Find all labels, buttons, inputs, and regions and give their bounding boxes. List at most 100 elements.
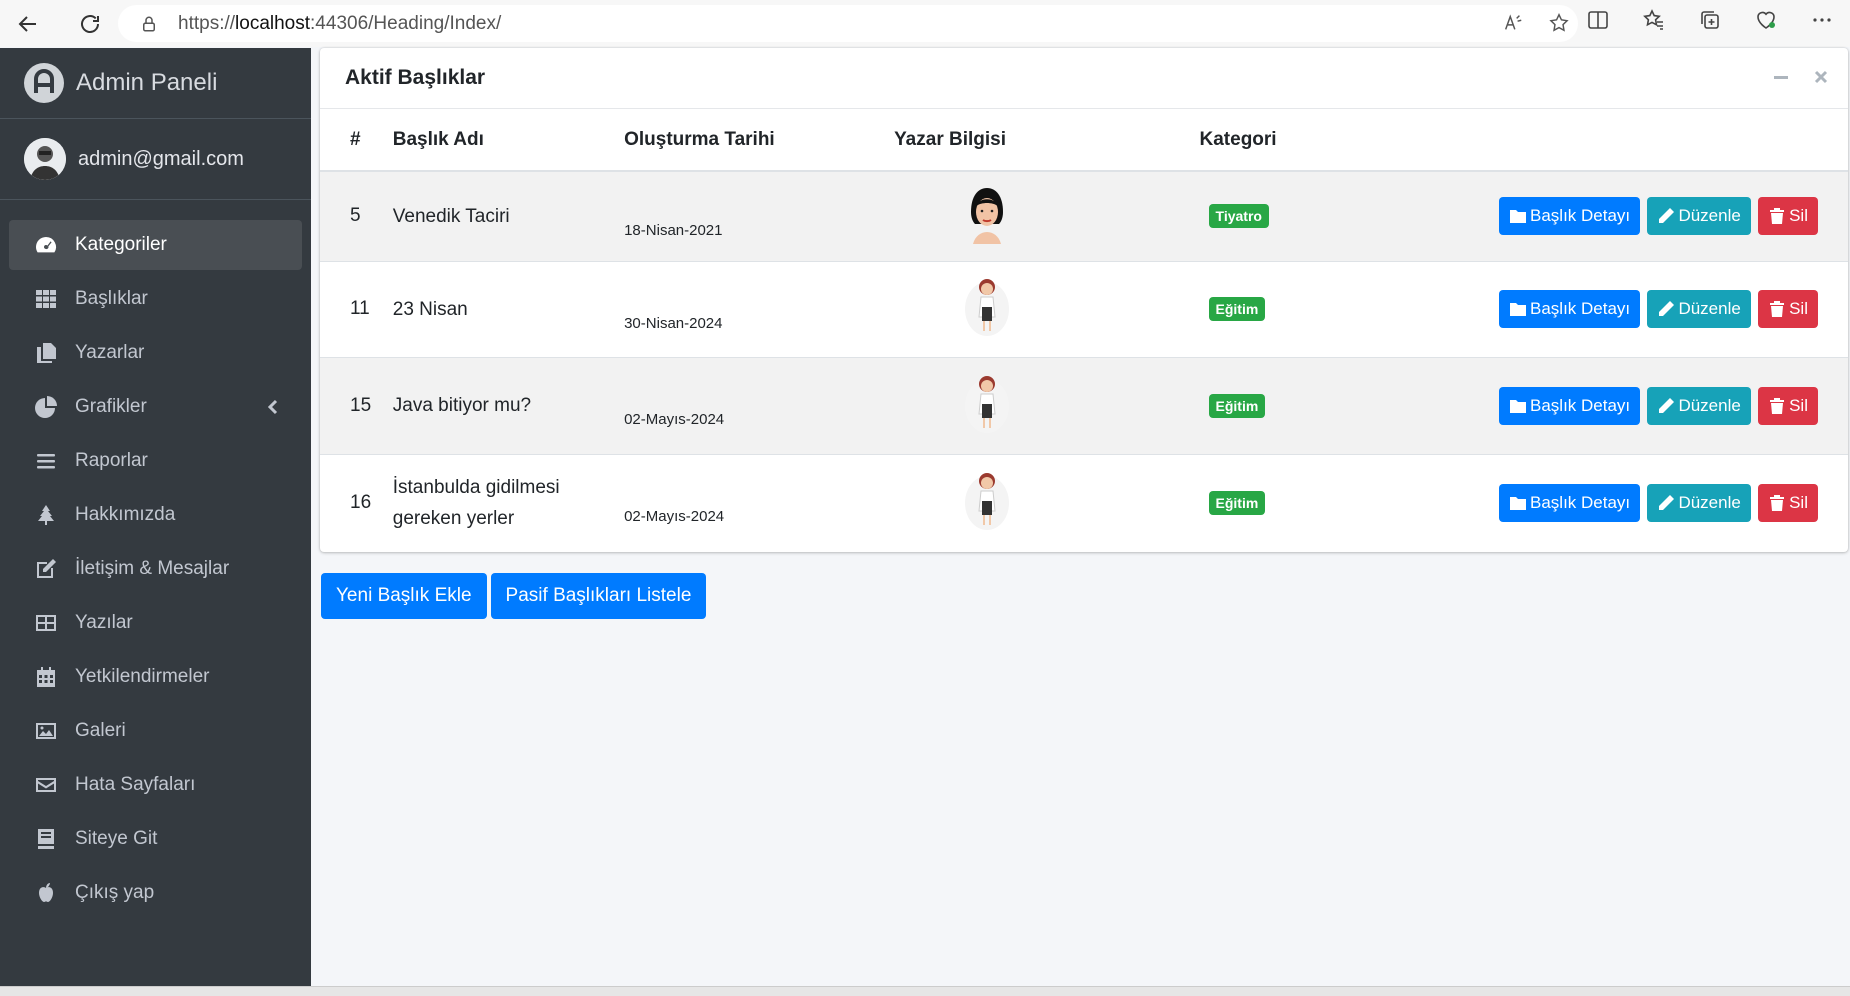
- delete-button[interactable]: Sil: [1758, 197, 1818, 236]
- edit-icon: [33, 556, 59, 582]
- apple-icon: [33, 880, 59, 906]
- folder-icon: [1510, 303, 1526, 316]
- column-header-actions: [1497, 109, 1848, 172]
- table-icon: [33, 610, 59, 636]
- heading-detail-label: Başlık Detayı: [1530, 492, 1631, 512]
- pencil-icon: [1659, 494, 1675, 510]
- sidebar-item-label: Çıkış yap: [75, 882, 155, 903]
- sidebar-item-yetkilendirmeler[interactable]: Yetkilendirmeler: [9, 652, 302, 702]
- edit-button[interactable]: Düzenle: [1647, 197, 1751, 236]
- column-header-id: #: [320, 109, 393, 172]
- delete-label: Sil: [1789, 206, 1808, 226]
- trash-icon: [1770, 494, 1785, 511]
- book-icon: [33, 826, 59, 852]
- health-icon[interactable]: [1754, 8, 1778, 32]
- row-title: Java bitiyor mu?: [392, 356, 625, 454]
- sidebar-item-yazilar[interactable]: Yazılar: [9, 598, 302, 648]
- author-avatar-cartoon-woman: [964, 472, 1009, 530]
- folder-icon: [1510, 210, 1526, 224]
- column-header-name: Başlık Adı: [392, 109, 625, 172]
- sidebar-menu: Kategoriler Başlıklar Yazarlar Grafikler…: [0, 200, 311, 918]
- row-date: 02-Mayıs-2024: [624, 453, 895, 551]
- brand-link[interactable]: Admin Paneli: [0, 48, 311, 119]
- author-avatar-cartoon-woman: [964, 375, 1009, 433]
- chevron-left-icon[interactable]: [266, 397, 280, 417]
- favorites-icon[interactable]: [1642, 8, 1666, 32]
- row-title: 23 Nisan: [392, 260, 625, 357]
- heading-detail-button[interactable]: Başlık Detayı: [1499, 290, 1641, 328]
- sidebar-item-label: Yazarlar: [75, 342, 145, 363]
- trash-icon: [1770, 208, 1785, 225]
- heading-detail-button[interactable]: Başlık Detayı: [1499, 197, 1641, 236]
- split-screen-icon[interactable]: [1586, 8, 1610, 32]
- address-bar[interactable]: https://localhost:44306/Heading/Index/: [118, 5, 1578, 42]
- sidebar-item-grafikler[interactable]: Grafikler: [9, 382, 302, 432]
- heading-detail-button[interactable]: Başlık Detayı: [1499, 386, 1641, 425]
- sidebar-item-cikis[interactable]: Çıkış yap: [9, 868, 302, 918]
- passive-headings-button[interactable]: Pasif Başlıkları Listele: [490, 573, 707, 619]
- pencil-icon: [1659, 301, 1675, 316]
- column-header-category: Kategori: [1199, 109, 1497, 172]
- read-aloud-icon[interactable]: [1502, 12, 1524, 34]
- sidebar-item-label: Hakkımızda: [75, 504, 176, 525]
- sidebar-item-label: Yetkilendirmeler: [75, 666, 210, 687]
- row-id: 5: [320, 170, 393, 261]
- table-row: 5 Venedik Taciri 18-Nisan-2021 Tiyatro B…: [320, 170, 1848, 261]
- sidebar-item-label: İletişim & Mesajlar: [75, 558, 230, 579]
- back-icon[interactable]: [8, 4, 48, 44]
- more-icon[interactable]: [1810, 8, 1834, 32]
- delete-button[interactable]: Sil: [1758, 483, 1818, 522]
- sidebar-item-label: Kategoriler: [75, 234, 167, 255]
- delete-button[interactable]: Sil: [1758, 386, 1818, 425]
- sidebar-item-hata-sayfalari[interactable]: Hata Sayfaları: [9, 760, 302, 810]
- brand-text: Admin Paneli: [76, 69, 218, 96]
- sidebar-item-hakkimizda[interactable]: Hakkımızda: [9, 490, 302, 540]
- close-icon[interactable]: [1812, 68, 1830, 86]
- column-header-author: Yazar Bilgisi: [894, 109, 1200, 172]
- sidebar-item-label: Galeri: [75, 720, 126, 741]
- edit-label: Düzenle: [1678, 299, 1741, 318]
- edit-button[interactable]: Düzenle: [1647, 386, 1751, 425]
- pencil-icon: [1659, 208, 1675, 224]
- category-badge: Eğitim: [1208, 490, 1266, 515]
- envelope-icon: [33, 772, 59, 798]
- sidebar-item-label: Yazılar: [75, 612, 133, 633]
- refresh-icon[interactable]: [70, 4, 110, 44]
- edit-button[interactable]: Düzenle: [1647, 483, 1751, 522]
- star-icon[interactable]: [1548, 12, 1570, 34]
- sidebar-item-label: Siteye Git: [75, 828, 158, 849]
- row-id: 15: [320, 356, 393, 454]
- sidebar-item-basliklar[interactable]: Başlıklar: [9, 274, 302, 324]
- sidebar-item-galeri[interactable]: Galeri: [9, 706, 302, 756]
- user-panel[interactable]: admin@gmail.com: [0, 119, 311, 200]
- pie-chart-icon: [33, 394, 59, 420]
- row-title: Venedik Taciri: [392, 170, 625, 261]
- table-row: 15 Java bitiyor mu? 02-Mayıs-2024 Eğitim…: [320, 356, 1848, 454]
- brand-logo-icon: [24, 63, 64, 103]
- sidebar-item-iletisim[interactable]: İletişim & Mesajlar: [9, 544, 302, 594]
- horizontal-scrollbar[interactable]: [0, 986, 1850, 996]
- heading-detail-button[interactable]: Başlık Detayı: [1499, 483, 1641, 522]
- calendar-icon: [33, 664, 59, 690]
- copy-icon: [33, 340, 59, 366]
- pencil-icon: [1659, 397, 1675, 413]
- sidebar-item-kategoriler[interactable]: Kategoriler: [9, 220, 302, 270]
- new-heading-button[interactable]: Yeni Başlık Ekle: [321, 573, 487, 619]
- sidebar-item-raporlar[interactable]: Raporlar: [9, 436, 302, 486]
- edit-label: Düzenle: [1678, 206, 1741, 226]
- sidebar-item-siteye-git[interactable]: Siteye Git: [9, 814, 302, 864]
- delete-label: Sil: [1789, 492, 1808, 512]
- collections-icon[interactable]: [1698, 8, 1722, 32]
- url-host: localhost: [235, 12, 311, 34]
- delete-button[interactable]: Sil: [1758, 290, 1818, 328]
- sidebar-item-label: Başlıklar: [75, 288, 148, 309]
- user-email: admin@gmail.com: [78, 147, 244, 170]
- edit-button[interactable]: Düzenle: [1647, 290, 1751, 328]
- url-path: :44306/Heading/Index/: [310, 12, 502, 34]
- edit-label: Düzenle: [1678, 395, 1741, 415]
- delete-label: Sil: [1789, 395, 1808, 415]
- sidebar-item-yazarlar[interactable]: Yazarlar: [9, 328, 302, 378]
- browser-toolbar: https://localhost:44306/Heading/Index/: [0, 0, 1850, 47]
- collapse-icon[interactable]: [1772, 68, 1790, 86]
- image-icon: [33, 718, 59, 744]
